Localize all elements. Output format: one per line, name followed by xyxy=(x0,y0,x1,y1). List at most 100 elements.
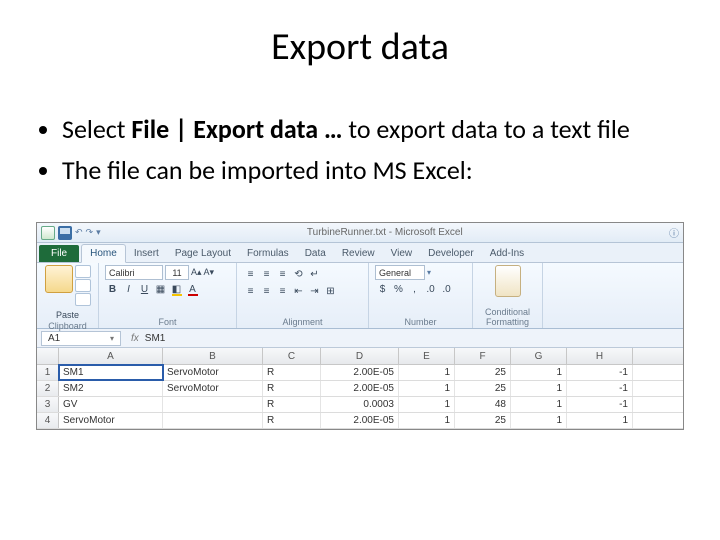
cell[interactable]: R xyxy=(263,397,321,412)
row-number[interactable]: 4 xyxy=(37,413,59,428)
cell[interactable]: 48 xyxy=(455,397,511,412)
name-box[interactable]: A1 ▾ xyxy=(41,331,121,346)
row-number[interactable]: 3 xyxy=(37,397,59,412)
cell[interactable]: 1 xyxy=(399,365,455,380)
font-name-select[interactable]: Calibri xyxy=(105,265,163,280)
bullet-1-post: to export data to a text file xyxy=(343,113,630,145)
cell[interactable]: 25 xyxy=(455,381,511,396)
save-icon[interactable] xyxy=(58,226,72,240)
font-color-icon[interactable]: A xyxy=(185,282,200,297)
cell[interactable]: -1 xyxy=(567,365,633,380)
cell[interactable] xyxy=(163,413,263,428)
percent-icon[interactable]: % xyxy=(391,282,406,297)
formula-value[interactable]: SM1 xyxy=(145,333,166,344)
cell[interactable]: 1 xyxy=(511,397,567,412)
col-B[interactable]: B xyxy=(163,348,263,364)
row-number[interactable]: 1 xyxy=(37,365,59,380)
copy-icon[interactable] xyxy=(75,279,91,292)
number-format-dropdown-icon[interactable]: ▾ xyxy=(427,268,431,277)
align-left-icon[interactable]: ≡ xyxy=(243,284,258,299)
row-number[interactable]: 2 xyxy=(37,381,59,396)
conditional-formatting-icon[interactable] xyxy=(495,265,521,297)
cell[interactable]: GV xyxy=(59,397,163,412)
col-C[interactable]: C xyxy=(263,348,321,364)
cell[interactable]: R xyxy=(263,381,321,396)
increase-decimal-icon[interactable]: .0 xyxy=(423,282,438,297)
bold-button[interactable]: B xyxy=(105,282,120,297)
bullet-1-bold: File | Export data … xyxy=(131,113,342,145)
tab-developer[interactable]: Developer xyxy=(420,245,482,262)
cell[interactable]: 1 xyxy=(567,413,633,428)
format-painter-icon[interactable] xyxy=(75,293,91,306)
number-format-select[interactable]: General xyxy=(375,265,425,280)
cell[interactable]: 1 xyxy=(511,413,567,428)
cell[interactable]: 25 xyxy=(455,413,511,428)
align-top-icon[interactable]: ≡ xyxy=(243,267,258,282)
cell[interactable]: SM2 xyxy=(59,381,163,396)
help-icon[interactable]: ⓘ xyxy=(669,225,679,240)
decrease-font-icon[interactable]: A▾ xyxy=(204,267,215,278)
col-F[interactable]: F xyxy=(455,348,511,364)
condfmt-line-2: Formatting xyxy=(486,317,529,327)
align-right-icon[interactable]: ≡ xyxy=(275,284,290,299)
cell[interactable]: 2.00E-05 xyxy=(321,365,399,380)
cell[interactable]: ServoMotor xyxy=(163,381,263,396)
name-box-dropdown-icon[interactable]: ▾ xyxy=(110,334,114,343)
tab-view[interactable]: View xyxy=(383,245,421,262)
orientation-icon[interactable]: ⟲ xyxy=(291,267,306,282)
col-D[interactable]: D xyxy=(321,348,399,364)
tab-formulas[interactable]: Formulas xyxy=(239,245,297,262)
tab-file[interactable]: File xyxy=(39,245,79,262)
comma-icon[interactable]: , xyxy=(407,282,422,297)
wrap-text-icon[interactable]: ↵ xyxy=(307,267,322,282)
cell[interactable]: R xyxy=(263,413,321,428)
merge-icon[interactable]: ⊞ xyxy=(323,284,338,299)
cell[interactable]: -1 xyxy=(567,397,633,412)
select-all-cell[interactable] xyxy=(37,348,59,364)
col-G[interactable]: G xyxy=(511,348,567,364)
col-A[interactable]: A xyxy=(59,348,163,364)
tab-review[interactable]: Review xyxy=(334,245,383,262)
cell[interactable]: -1 xyxy=(567,381,633,396)
cell[interactable]: 1 xyxy=(399,397,455,412)
decrease-indent-icon[interactable]: ⇤ xyxy=(291,284,306,299)
cell[interactable]: ServoMotor xyxy=(163,365,263,380)
align-bottom-icon[interactable]: ≡ xyxy=(275,267,290,282)
cell[interactable]: 1 xyxy=(399,381,455,396)
decrease-decimal-icon[interactable]: .0 xyxy=(439,282,454,297)
currency-icon[interactable]: $ xyxy=(375,282,390,297)
cell[interactable]: 25 xyxy=(455,365,511,380)
undo-icon[interactable]: ↶ xyxy=(75,227,83,238)
tab-page-layout[interactable]: Page Layout xyxy=(167,245,239,262)
cell[interactable]: 1 xyxy=(399,413,455,428)
font-size-select[interactable]: 11 xyxy=(165,265,189,280)
cell[interactable]: SM1 xyxy=(59,365,163,380)
cell[interactable]: R xyxy=(263,365,321,380)
cell[interactable]: 1 xyxy=(511,381,567,396)
cell[interactable]: ServoMotor xyxy=(59,413,163,428)
align-center-icon[interactable]: ≡ xyxy=(259,284,274,299)
fill-color-icon[interactable]: ◧ xyxy=(169,282,184,297)
tab-data[interactable]: Data xyxy=(297,245,334,262)
col-E[interactable]: E xyxy=(399,348,455,364)
fx-icon[interactable]: fx xyxy=(131,333,139,344)
paste-icon[interactable] xyxy=(45,265,73,293)
border-icon[interactable]: ▦ xyxy=(153,282,168,297)
underline-button[interactable]: U xyxy=(137,282,152,297)
increase-indent-icon[interactable]: ⇥ xyxy=(307,284,322,299)
tab-home[interactable]: Home xyxy=(81,244,126,263)
tab-insert[interactable]: Insert xyxy=(126,245,167,262)
cut-icon[interactable] xyxy=(75,265,91,278)
tab-add-ins[interactable]: Add-Ins xyxy=(482,245,532,262)
italic-button[interactable]: I xyxy=(121,282,136,297)
cell[interactable]: 2.00E-05 xyxy=(321,413,399,428)
redo-icon[interactable]: ↷ xyxy=(86,227,94,238)
cell[interactable] xyxy=(163,397,263,412)
qat-dropdown-icon[interactable]: ▾ xyxy=(96,227,101,238)
increase-font-icon[interactable]: A▴ xyxy=(191,267,202,278)
col-H[interactable]: H xyxy=(567,348,633,364)
cell[interactable]: 1 xyxy=(511,365,567,380)
cell[interactable]: 0.0003 xyxy=(321,397,399,412)
cell[interactable]: 2.00E-05 xyxy=(321,381,399,396)
align-middle-icon[interactable]: ≡ xyxy=(259,267,274,282)
